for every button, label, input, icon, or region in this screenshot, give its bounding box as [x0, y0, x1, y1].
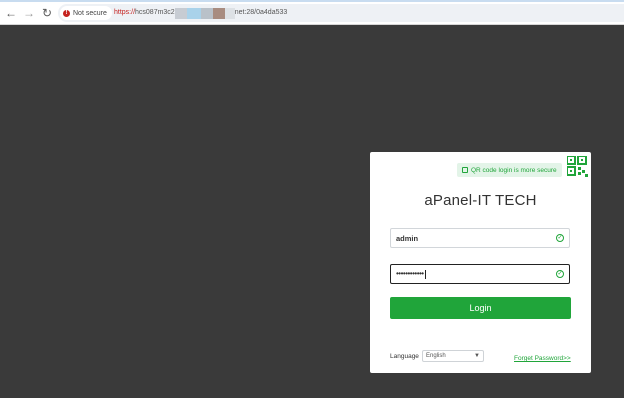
check-circle-icon: ✓ [556, 270, 564, 278]
security-chip[interactable]: ! Not secure [60, 6, 112, 20]
login-card: QR code login is more secure aPanel-IT T… [370, 152, 591, 373]
redaction-block [224, 7, 235, 19]
reload-icon[interactable]: ↻ [40, 6, 54, 20]
password-value: •••••••••••• [396, 269, 424, 278]
forgot-password-link[interactable]: Forget Password>> [514, 355, 571, 362]
username-field[interactable]: admin ✓ [390, 228, 570, 248]
text-caret [424, 269, 426, 279]
redaction-block [212, 7, 225, 19]
redaction-block [174, 7, 187, 19]
password-field[interactable]: •••••••••••• ✓ [390, 264, 570, 284]
back-arrow-icon[interactable]: ← [4, 6, 18, 20]
chevron-down-icon: ▼ [474, 353, 480, 359]
security-label: Not secure [73, 9, 107, 17]
qr-tip-label: QR code login is more secure [471, 166, 557, 174]
toolbar-accent-line [0, 0, 624, 2]
browser-toolbar: ← → ↻ ! Not secure https:// hcs087m3c2 n… [0, 0, 624, 25]
qr-code-icon[interactable] [567, 156, 588, 177]
login-button[interactable]: Login [390, 297, 571, 319]
forward-arrow-icon[interactable]: → [22, 6, 36, 20]
url-text[interactable]: https:// hcs087m3c2 net:28/0a4da533 [114, 7, 287, 19]
panel-title: aPanel-IT TECH [424, 192, 537, 209]
address-bar[interactable]: ! Not secure https:// hcs087m3c2 net:28/… [58, 4, 624, 22]
redaction-block [186, 7, 201, 19]
redaction-block [200, 7, 213, 19]
check-circle-icon: ✓ [556, 234, 564, 242]
url-host-end: net:28/0a4da533 [234, 9, 288, 16]
url-host-start: hcs087m3c2 [135, 9, 175, 16]
language-select[interactable]: English ▼ [422, 350, 484, 362]
language-label: Language [390, 353, 419, 360]
warning-icon: ! [63, 9, 70, 17]
qr-small-icon [462, 167, 468, 173]
language-selected: English [426, 353, 446, 359]
url-scheme: https:// [114, 9, 136, 16]
username-value: admin [396, 233, 419, 243]
qr-login-tip[interactable]: QR code login is more secure [457, 163, 562, 177]
